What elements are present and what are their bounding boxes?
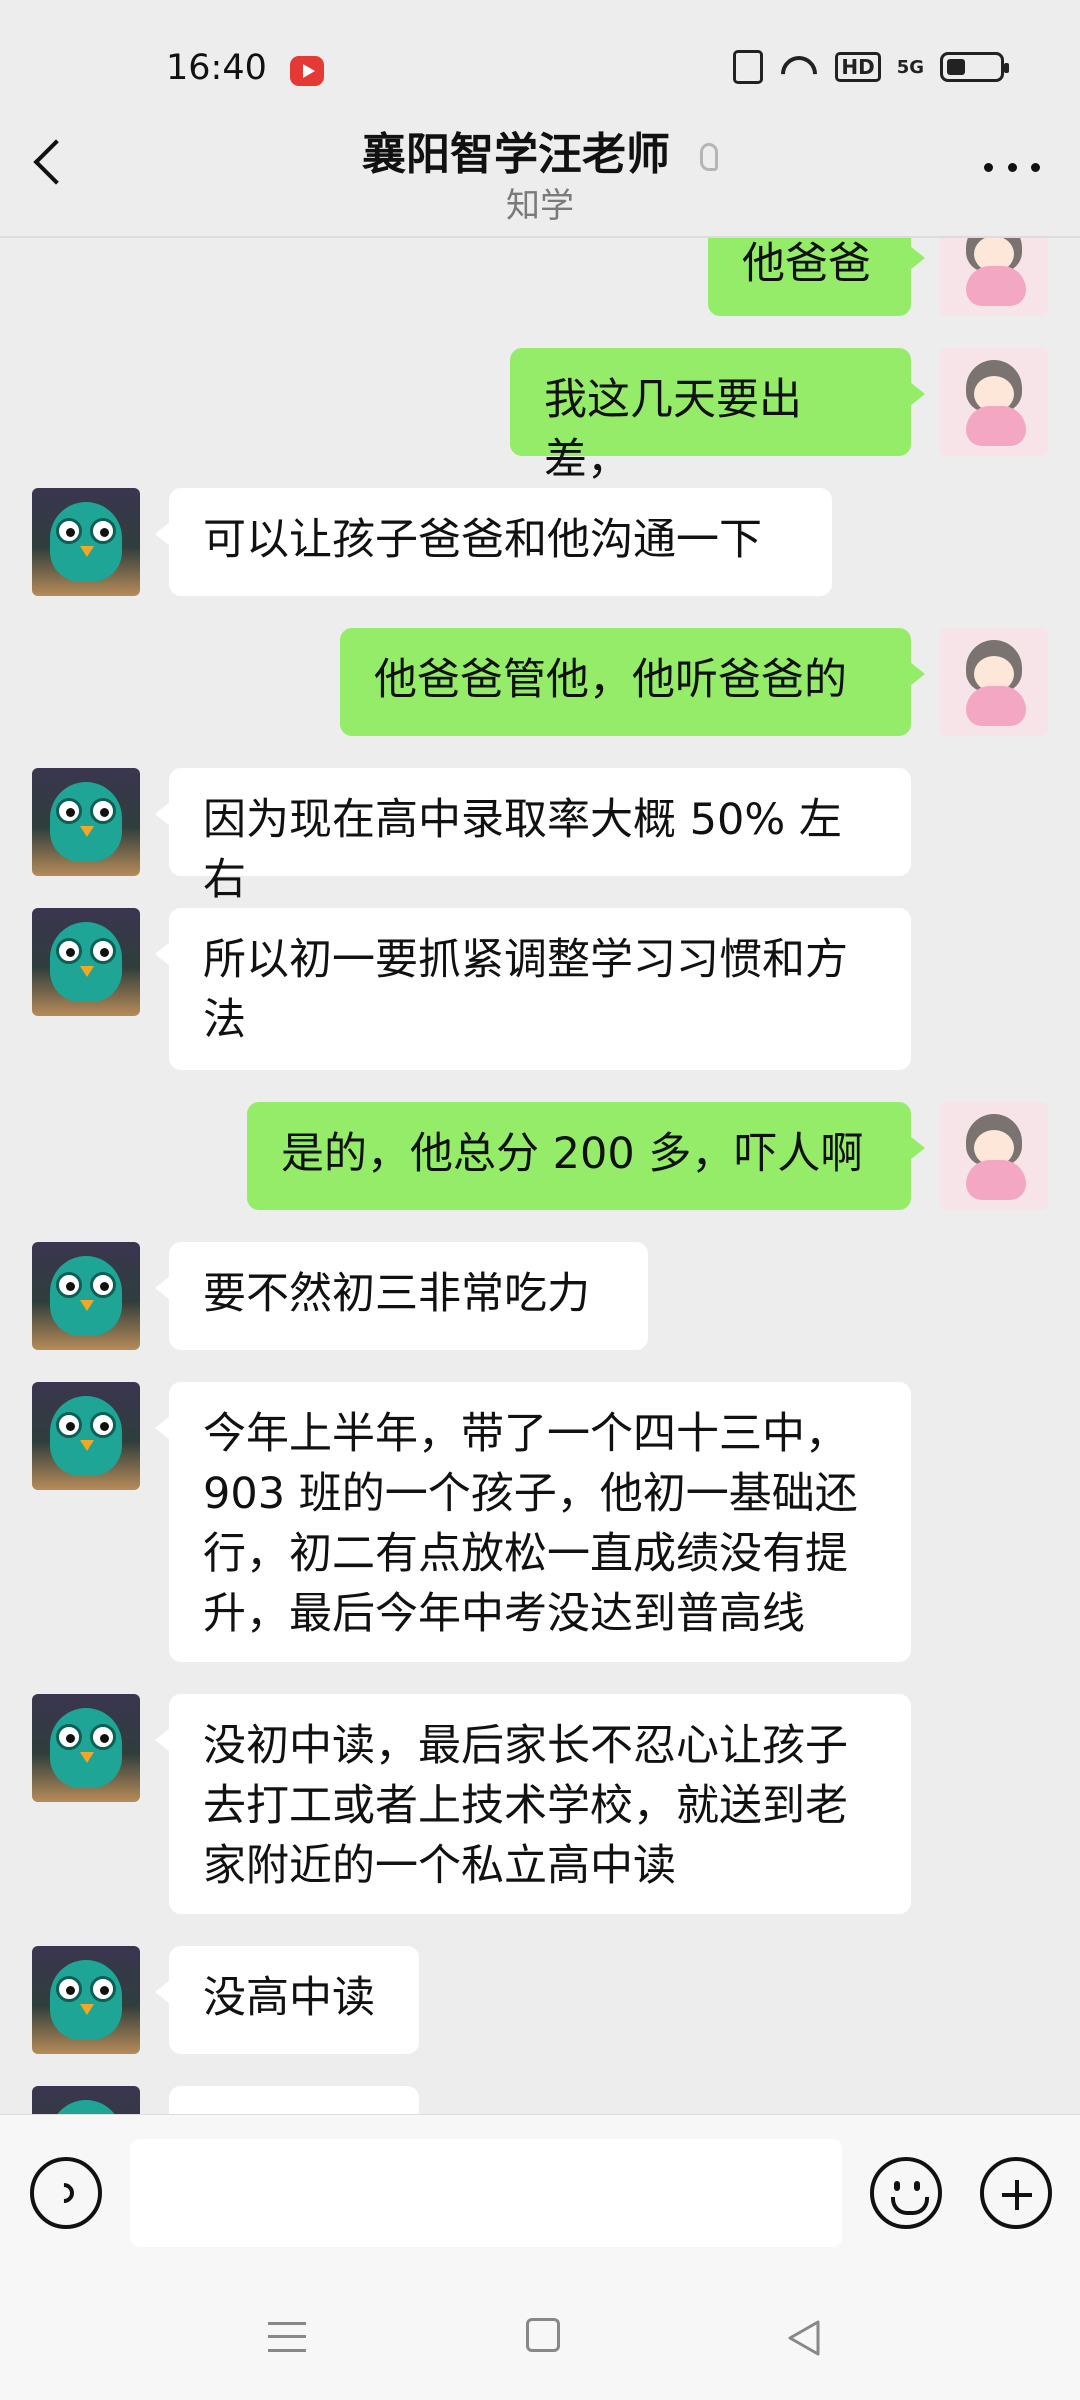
- owl-avatar[interactable]: [32, 1694, 140, 1802]
- recent-apps-icon[interactable]: [268, 2322, 306, 2352]
- system-nav-bar: [0, 2274, 1080, 2400]
- message-input[interactable]: [130, 2139, 842, 2247]
- message-bubble[interactable]: 今年上半年，带了一个四十三中，903 班的一个孩子，他初一基础还行，初二有点放松…: [155, 1382, 911, 1662]
- chat-title-text: 襄阳智学汪老师: [362, 129, 670, 180]
- girl-avatar[interactable]: [940, 348, 1048, 456]
- nfc-icon: [733, 50, 764, 84]
- owl-avatar[interactable]: [32, 1946, 140, 2054]
- message-bubble[interactable]: 他爸爸: [708, 238, 925, 316]
- message-bubble[interactable]: 他爸爸管他，他听爸爸的: [340, 628, 925, 736]
- message-bubble[interactable]: 因为现在高中录取率大概 50% 左右: [155, 768, 911, 905]
- owl-avatar[interactable]: [32, 1382, 140, 1490]
- message-bubble[interactable]: 是的，他总分 200 多，吓人啊: [247, 1102, 925, 1210]
- emoji-icon[interactable]: [870, 2157, 942, 2229]
- plus-icon[interactable]: [980, 2157, 1052, 2229]
- message-bubble[interactable]: [169, 2086, 419, 2114]
- girl-avatar[interactable]: [940, 628, 1048, 736]
- input-bar: [0, 2114, 1080, 2275]
- hd-icon: HD: [835, 52, 881, 82]
- signal-5g-icon: 5G: [896, 56, 924, 78]
- owl-avatar[interactable]: [32, 908, 140, 1016]
- wifi-icon: [779, 52, 819, 82]
- message-bubble[interactable]: 可以让孩子爸爸和他沟通一下: [155, 488, 832, 596]
- status-time: 16:40: [166, 48, 267, 88]
- owl-avatar[interactable]: [32, 2086, 140, 2114]
- message-bubble[interactable]: 我这几天要出差，: [510, 348, 925, 485]
- home-icon[interactable]: [526, 2318, 560, 2352]
- girl-avatar[interactable]: [940, 238, 1048, 316]
- owl-avatar[interactable]: [32, 488, 140, 596]
- message-bubble[interactable]: 所以初一要抓紧调整学习习惯和方法: [155, 908, 911, 1070]
- chat-title: 襄阳智学汪老师: [0, 118, 1080, 182]
- system-icons: HD 5G: [733, 50, 1009, 84]
- girl-avatar[interactable]: [940, 1102, 1048, 1210]
- chat-subtitle: 知学: [506, 186, 574, 226]
- screen-record-icon: [290, 56, 324, 86]
- more-icon[interactable]: [984, 160, 1040, 174]
- message-bubble[interactable]: 没初中读，最后家长不忍心让孩子去打工或者上技术学校，就送到老家附近的一个私立高中…: [155, 1694, 911, 1914]
- chat-messages[interactable]: 他爸爸 我这几天要出差， 可以让孩子爸爸和他沟通一下 他爸爸管他，他听爸爸的 因…: [0, 238, 1080, 2114]
- battery-icon: [940, 52, 1009, 82]
- owl-avatar[interactable]: [32, 1242, 140, 1350]
- ear-icon: [700, 143, 718, 171]
- voice-icon[interactable]: [30, 2157, 102, 2229]
- owl-avatar[interactable]: [32, 768, 140, 876]
- message-bubble[interactable]: 没高中读: [155, 1946, 419, 2054]
- message-bubble[interactable]: 要不然初三非常吃力: [155, 1242, 648, 1350]
